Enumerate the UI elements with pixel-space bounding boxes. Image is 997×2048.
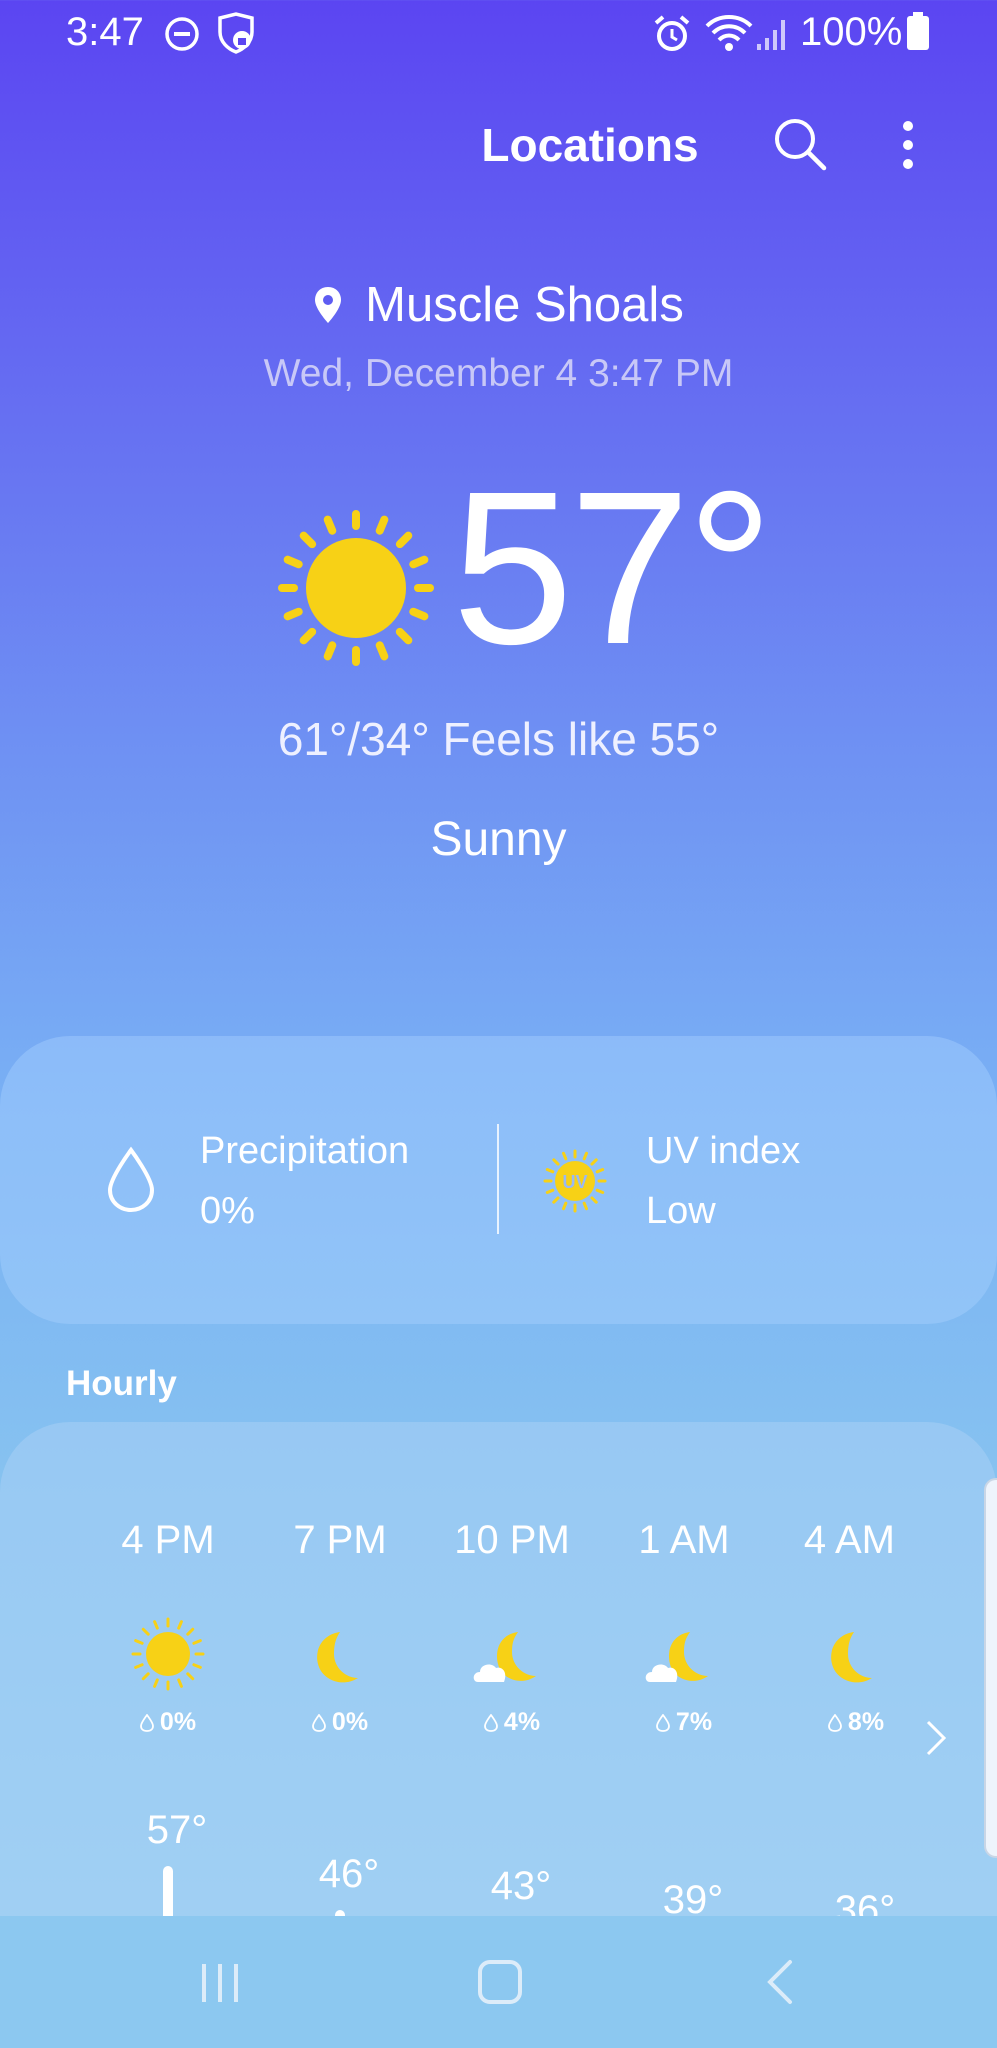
sun-ray — [545, 1188, 555, 1194]
sun-ray — [409, 607, 429, 621]
sun-ray — [186, 1627, 195, 1636]
drop-icon — [484, 1713, 498, 1732]
hour-precip: 8% — [771, 1708, 941, 1737]
precipitation-label: Precipitation — [200, 1130, 410, 1172]
sun-ray — [552, 1196, 560, 1204]
hour-precip: 0% — [255, 1708, 425, 1737]
sun-ray — [177, 1678, 183, 1688]
sun-ray — [582, 1201, 588, 1211]
sun-ray — [141, 1672, 150, 1681]
search-icon[interactable] — [772, 116, 828, 172]
weather-condition: Sunny — [430, 813, 567, 866]
hour-precip: 0% — [83, 1708, 253, 1737]
sun-ray — [192, 1639, 202, 1645]
locations-button[interactable]: Locations — [470, 118, 710, 172]
precipitation-value: 0% — [200, 1190, 255, 1232]
sun-ray — [153, 1678, 159, 1688]
wifi-icon — [705, 15, 753, 51]
hi-lo-feels-like: 61°/34° Feels like 55° — [277, 713, 720, 765]
sun-ray — [299, 627, 317, 645]
hour-time: 10 PM — [454, 1518, 570, 1562]
hourly-heading: Hourly — [66, 1364, 177, 1403]
sun-ray — [395, 531, 413, 549]
battery-icon — [907, 12, 929, 50]
current-temperature: 57° — [452, 447, 774, 690]
uv-index-value: Low — [646, 1190, 716, 1232]
status-bar: 3:47 100% — [0, 0, 997, 64]
sun-ray — [283, 607, 303, 621]
uv-index-label: UV index — [646, 1130, 801, 1172]
uv-index-icon: UV — [543, 1149, 607, 1213]
location-row: Muscle Shoals — [0, 270, 997, 340]
sun-ray — [153, 1620, 159, 1630]
sun-ray — [141, 1627, 150, 1636]
chevron-right-icon[interactable] — [924, 1718, 948, 1758]
hour-temp: 46° — [318, 1852, 380, 1896]
sun-ray — [595, 1188, 605, 1194]
navigation-bar — [0, 1916, 997, 2048]
sun-icon — [131, 1617, 205, 1691]
precipitation-drop-icon — [107, 1146, 155, 1213]
alarm-icon — [654, 15, 690, 51]
signal-icon — [757, 20, 785, 50]
sun-ray — [562, 1151, 568, 1161]
sun-ray — [134, 1639, 144, 1645]
recent-apps-icon[interactable] — [196, 1958, 246, 2008]
do-not-disturb-icon — [165, 17, 199, 51]
hour-time: 1 AM — [638, 1518, 730, 1562]
moon-icon — [317, 1632, 358, 1683]
sun-ray — [283, 555, 303, 569]
sun-ray — [134, 1663, 144, 1669]
sun-ray — [192, 1663, 202, 1669]
sun-ray — [375, 641, 389, 661]
sun-ray — [177, 1620, 183, 1630]
date-time: Wed, December 4 3:47 PM — [263, 352, 734, 395]
sun-icon — [278, 510, 434, 666]
sun-ray — [552, 1158, 560, 1166]
hour-time: 4 AM — [803, 1518, 895, 1562]
drop-icon — [828, 1713, 842, 1732]
back-icon[interactable] — [760, 1956, 800, 2008]
hour-time: 4 PM — [121, 1518, 215, 1562]
hour-temp: 57° — [146, 1808, 208, 1852]
more-options-icon[interactable] — [894, 118, 922, 172]
hour-precip: 7% — [599, 1708, 769, 1737]
sun-ray — [562, 1201, 568, 1211]
sun-ray — [545, 1168, 555, 1174]
sun-ray — [590, 1158, 598, 1166]
sun-ray — [409, 555, 429, 569]
details-divider — [497, 1124, 499, 1234]
sun-ray — [323, 641, 337, 661]
status-time: 3:47 — [66, 10, 144, 54]
sun-ray — [582, 1151, 588, 1161]
drop-icon — [140, 1713, 154, 1732]
edge-panel-handle[interactable] — [984, 1478, 997, 1858]
moon-cloud-icon — [645, 1632, 708, 1682]
sun-ray — [299, 531, 317, 549]
uv-badge-text: UV — [562, 1172, 587, 1192]
sun-ray — [395, 627, 413, 645]
hour-temp: 43° — [490, 1864, 552, 1908]
drop-icon — [656, 1713, 670, 1732]
moon-cloud-icon — [473, 1632, 536, 1682]
battery-percent: 100% — [800, 10, 903, 54]
location-pin-icon — [315, 287, 342, 323]
sun-ray — [375, 515, 389, 535]
sun-ray — [186, 1672, 195, 1681]
shield-lock-icon — [218, 12, 254, 54]
sun-ray — [595, 1168, 605, 1174]
sun-ray — [590, 1196, 598, 1204]
hour-precip: 4% — [427, 1708, 597, 1737]
hour-time: 7 PM — [293, 1518, 387, 1562]
drop-icon — [312, 1713, 326, 1732]
location-name: Muscle Shoals — [365, 278, 684, 332]
moon-icon — [831, 1632, 872, 1683]
home-icon[interactable] — [474, 1956, 526, 2008]
sun-ray — [323, 515, 337, 535]
